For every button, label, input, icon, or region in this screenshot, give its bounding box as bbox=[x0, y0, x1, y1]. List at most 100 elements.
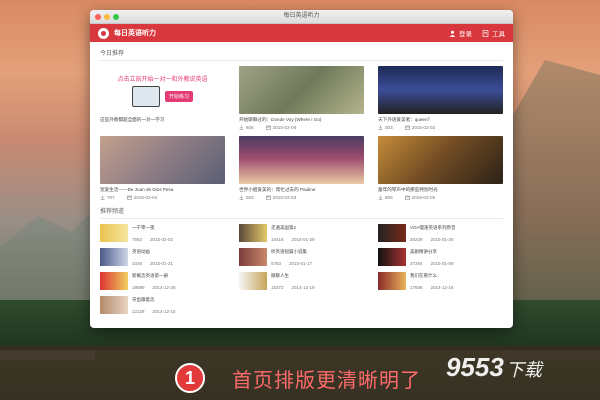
channel-item[interactable]: 牙齿跟着念 12128 2014-12-15 bbox=[100, 296, 225, 315]
channel-thumbnail[interactable] bbox=[378, 272, 406, 290]
channel-item[interactable]: 走遍美国第2 10418 2015-01-29 bbox=[239, 224, 364, 243]
publish-date: 2014-12-16 bbox=[430, 285, 454, 290]
channel-thumbnail[interactable] bbox=[100, 272, 128, 290]
window-titlebar: 每日英语听力 bbox=[90, 10, 513, 24]
channel-thumbnail[interactable] bbox=[239, 272, 267, 290]
channel-item[interactable]: 我们在看什么 17936 2014-12-16 bbox=[378, 272, 503, 291]
publish-date: 2015-02-04 bbox=[126, 195, 157, 200]
today-card[interactable]: 童年的琴声中的那些特别时光 806 2015-02-05 bbox=[378, 136, 503, 200]
channel-title[interactable]: 走遍美国第2 bbox=[271, 225, 315, 231]
step-number-badge: 1 bbox=[175, 363, 205, 393]
today-card[interactable]: 天下外语爱美者：queen？ 303 2015-02-02 bbox=[378, 66, 503, 130]
section-divider bbox=[100, 60, 503, 61]
window-controls bbox=[95, 13, 119, 20]
today-card[interactable]: 开始聊聊过的：Donde Voy (Where I Go) 606 2015-0… bbox=[239, 66, 364, 130]
publish-date: 2015-01-17 bbox=[289, 261, 313, 266]
close-window-button[interactable] bbox=[95, 13, 101, 20]
publish-date: 2015-01-09 bbox=[430, 261, 454, 266]
channel-item[interactable]: 一千零一夜 7562 2015-02-02 bbox=[100, 224, 225, 243]
card-thumbnail[interactable] bbox=[239, 66, 364, 114]
channel-title[interactable]: VOA慢速英语系列原音 bbox=[410, 225, 456, 231]
login-button[interactable]: 登录 bbox=[449, 28, 472, 38]
card-title[interactable]: 世界小姐爱美的：帮忙过去的 Pauline bbox=[239, 187, 364, 193]
card-thumbnail[interactable] bbox=[378, 66, 503, 114]
channel-title[interactable]: 新概念英语第一册 bbox=[132, 273, 176, 279]
channel-thumbnail[interactable] bbox=[100, 248, 128, 266]
download-count: 12128 bbox=[132, 309, 145, 314]
download-count: 10418 bbox=[271, 237, 284, 242]
download-icon bbox=[378, 195, 383, 200]
app-name: 每日英语听力 bbox=[114, 30, 156, 37]
promo-text: 点击立刻开始一对一和外教说英语 bbox=[117, 76, 208, 83]
channel-title[interactable]: 美剧精讲分享 bbox=[410, 249, 454, 255]
publish-date: 2014-12-15 bbox=[152, 309, 176, 314]
site-watermark: 9553 下载 bbox=[446, 352, 542, 382]
download-count: 1026 bbox=[132, 261, 143, 266]
publish-date: 2015-02-06 bbox=[265, 125, 296, 130]
download-count: 28239 bbox=[410, 237, 423, 242]
download-count: 15372 bbox=[271, 285, 284, 290]
publish-date: 2015-02-05 bbox=[404, 195, 435, 200]
minimize-window-button[interactable] bbox=[104, 13, 110, 20]
download-icon bbox=[100, 195, 105, 200]
card-title[interactable]: 宠爱生活——De Juan de Dios Pesa bbox=[100, 187, 225, 193]
channel-item[interactable]: VOA慢速英语系列原音 28239 2015-01-26 bbox=[378, 224, 503, 243]
recommended-grid: 一千零一夜 7562 2015-02-02 走遍美国第2 10418 2015-01… bbox=[100, 224, 503, 315]
channel-title[interactable]: 一千零一夜 bbox=[132, 225, 173, 231]
channel-title[interactable]: 我们在看什么 bbox=[410, 273, 454, 279]
promo-banner[interactable]: 点击立刻开始一对一和外教说英语 开始练习 bbox=[100, 66, 225, 114]
download-count: 303 bbox=[378, 125, 393, 130]
app-window: 每日英语听力 每日英语听力 登录 工具 今日推荐 点击立刻开始一对一和外教说英语 bbox=[90, 10, 513, 328]
channel-thumbnail[interactable] bbox=[239, 248, 267, 266]
card-title[interactable]: 童年的琴声中的那些特别时光 bbox=[378, 187, 503, 193]
download-count: 707 bbox=[100, 195, 115, 200]
publish-date: 2015-01-26 bbox=[430, 237, 454, 242]
card-thumbnail[interactable] bbox=[239, 136, 364, 184]
card-title[interactable]: 这些外教都超全面的一对一学习 bbox=[100, 117, 225, 123]
app-header: 每日英语听力 登录 工具 bbox=[90, 24, 513, 42]
channel-item[interactable]: 随聊人生 15372 2014-12-19 bbox=[239, 272, 364, 291]
calendar-icon bbox=[126, 195, 132, 200]
publish-date: 2015-02-02 bbox=[404, 125, 435, 130]
channel-thumbnail[interactable] bbox=[100, 296, 128, 314]
start-practice-button[interactable]: 开始练习 bbox=[164, 90, 193, 102]
today-grid: 点击立刻开始一对一和外教说英语 开始练习 这些外教都超全面的一对一学习 开始聊聊… bbox=[100, 66, 503, 200]
publish-date: 2015-02-02 bbox=[150, 237, 174, 242]
publish-date: 2014-12-19 bbox=[291, 285, 315, 290]
channel-item[interactable]: 英语动画 1026 2015-01-21 bbox=[100, 248, 225, 267]
card-thumbnail[interactable] bbox=[378, 136, 503, 184]
card-title[interactable]: 开始聊聊过的：Donde Voy (Where I Go) bbox=[239, 117, 364, 123]
channel-item[interactable]: 新概念英语第一册 19089 2014-12-26 bbox=[100, 272, 225, 291]
tools-label: 工具 bbox=[492, 31, 505, 38]
channel-title[interactable]: 英语动画 bbox=[132, 249, 173, 255]
calendar-icon bbox=[265, 195, 271, 200]
app-logo-icon bbox=[98, 27, 109, 39]
download-count: 606 bbox=[239, 125, 254, 130]
channel-thumbnail[interactable] bbox=[239, 224, 267, 242]
channel-thumbnail[interactable] bbox=[378, 224, 406, 242]
channel-title[interactable]: 听英语短篇小说集 bbox=[271, 249, 312, 255]
channel-item[interactable]: 美剧精讲分享 37284 2015-01-09 bbox=[378, 248, 503, 267]
channel-title[interactable]: 牙齿跟着念 bbox=[132, 297, 176, 303]
computer-icon bbox=[131, 85, 160, 107]
today-card[interactable]: 点击立刻开始一对一和外教说英语 开始练习 这些外教都超全面的一对一学习 bbox=[100, 66, 225, 130]
login-label: 登录 bbox=[459, 31, 472, 38]
channel-thumbnail[interactable] bbox=[378, 248, 406, 266]
caption-text: 首页排版更清晰明了 bbox=[232, 370, 421, 392]
channel-item[interactable]: 听英语短篇小说集 5753 2015-01-17 bbox=[239, 248, 364, 267]
download-count: 19089 bbox=[132, 285, 145, 290]
section-divider bbox=[100, 218, 503, 219]
window-title: 每日英语听力 bbox=[283, 13, 320, 19]
zoom-window-button[interactable] bbox=[113, 13, 119, 20]
channel-thumbnail[interactable] bbox=[100, 224, 128, 242]
card-thumbnail[interactable] bbox=[100, 136, 225, 184]
tools-button[interactable]: 工具 bbox=[482, 28, 505, 38]
download-count: 17936 bbox=[410, 285, 423, 290]
download-icon bbox=[378, 125, 383, 130]
channel-title[interactable]: 随聊人生 bbox=[271, 273, 315, 279]
download-icon bbox=[239, 195, 244, 200]
card-title[interactable]: 天下外语爱美者：queen？ bbox=[378, 117, 503, 123]
today-card[interactable]: 世界小姐爱美的：帮忙过去的 Pauline 563 2015-02-03 bbox=[239, 136, 364, 200]
calendar-icon bbox=[404, 125, 410, 130]
today-card[interactable]: 宠爱生活——De Juan de Dios Pesa 707 2015-02-0… bbox=[100, 136, 225, 200]
